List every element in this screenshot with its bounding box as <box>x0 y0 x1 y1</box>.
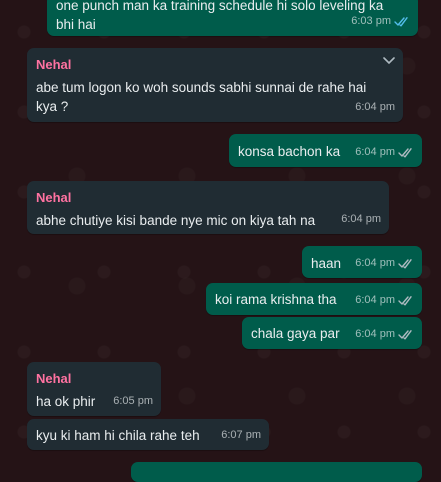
message-bubble-outgoing[interactable]: konsa bachon ka 6:04 pm <box>229 134 422 167</box>
double-check-icon <box>398 148 412 158</box>
message-time: 6:04 pm <box>355 146 395 158</box>
message-bubble-incoming[interactable]: Nehal abhe chutiye kisi bande nye mic on… <box>27 181 389 234</box>
message-meta: 6:03 pm <box>351 12 410 31</box>
message-bubble-incoming[interactable]: Nehal abe tum logon ko woh sounds sabhi … <box>27 48 403 122</box>
double-check-icon <box>394 17 408 27</box>
message-time: 6:04 pm <box>355 257 395 269</box>
message-time: 6:03 pm <box>351 15 391 27</box>
chevron-down-icon[interactable] <box>383 57 395 65</box>
sender-name: Nehal <box>36 57 72 72</box>
message-bubble-outgoing[interactable]: koi rama krishna tha 6:04 pm <box>206 283 422 315</box>
double-check-icon <box>398 330 412 340</box>
double-check-icon <box>398 259 412 269</box>
message-meta: 6:04 pm <box>355 291 414 310</box>
message-time: 6:04 pm <box>355 294 395 306</box>
sender-name: Nehal <box>36 190 72 205</box>
message-meta: 6:05 pm <box>113 392 153 411</box>
message-time: 6:05 pm <box>113 395 153 407</box>
message-bubble-outgoing[interactable]: haan 6:04 pm <box>302 246 422 278</box>
message-time: 6:07 pm <box>221 429 261 441</box>
double-check-icon <box>398 296 412 306</box>
message-time: 6:04 pm <box>355 328 395 340</box>
message-bubble-outgoing[interactable] <box>131 462 422 482</box>
message-text: abe tum logon ko woh sounds sabhi sunnai… <box>36 80 367 95</box>
message-text: kya ? <box>36 99 69 114</box>
message-meta: 6:04 pm <box>341 210 381 229</box>
message-meta: 6:04 pm <box>355 98 395 117</box>
message-bubble-incoming[interactable]: kyu ki ham hi chila rahe teh 6:07 pm <box>27 419 269 450</box>
message-meta: 6:04 pm <box>355 143 414 162</box>
message-text: abhe chutiye kisi bande nye mic on kiya … <box>36 213 316 228</box>
message-bubble-incoming[interactable]: Nehal ha ok phir 6:05 pm <box>27 362 161 416</box>
message-meta: 6:04 pm <box>355 325 414 344</box>
message-time: 6:04 pm <box>355 101 395 113</box>
message-bubble-outgoing[interactable]: one punch man ka training schedule hi so… <box>47 0 418 36</box>
message-bubble-outgoing[interactable]: chala gaya par 6:04 pm <box>242 317 422 349</box>
message-meta: 6:04 pm <box>355 254 414 273</box>
sender-name: Nehal <box>36 371 72 386</box>
message-meta: 6:07 pm <box>221 426 261 445</box>
message-time: 6:04 pm <box>341 213 381 225</box>
